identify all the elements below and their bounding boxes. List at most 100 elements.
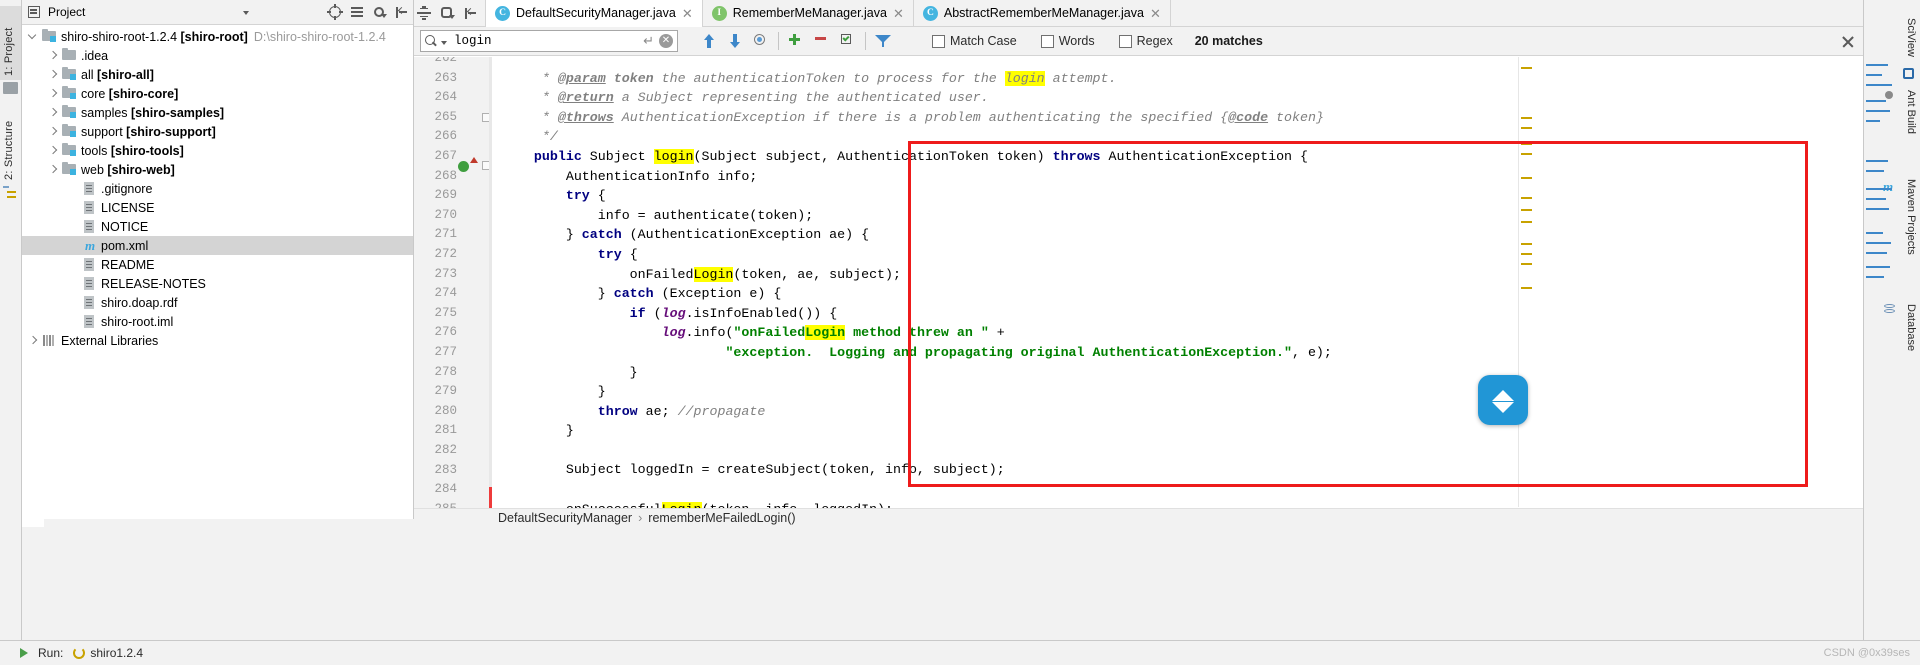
split-vertically-icon[interactable] [416,5,432,21]
database-icon [1882,302,1898,318]
match-case-box[interactable] [932,34,945,48]
tree-node[interactable]: support [shiro-support] [22,122,413,141]
chevron-right-icon[interactable] [46,84,61,103]
line-number: 267 [434,149,457,163]
breadcrumb[interactable]: DefaultSecurityManager › rememberMeFaile… [414,508,1863,527]
words-box[interactable] [1040,34,1054,48]
chevron-right-icon[interactable] [46,160,61,179]
tree-node-label: core [shiro-core] [81,86,179,101]
tree-node-label: shiro.doap.rdf [101,295,178,310]
chevron-right-icon[interactable] [46,122,61,141]
sidebar-item-sciview[interactable]: SciView [1902,14,1920,61]
code-line: onFailedLogin(token, ae, subject); [502,266,901,282]
code-line: throw ae; //propagate [597,403,766,419]
settings-gear-icon[interactable] [439,5,455,21]
tree-node[interactable]: web [shiro-web] [22,160,413,179]
line-number: 270 [434,207,457,222]
collapse-all-icon[interactable] [349,4,365,20]
line-number: 282 [434,443,457,457]
run-configuration[interactable]: shiro1.2.4 [73,646,143,660]
close-find-bar-icon[interactable] [1840,34,1855,49]
tree-node[interactable]: all [shiro-all] [22,65,413,84]
editor-tab[interactable]: C AbstractRememberMeManager.java ✕ [913,0,1171,26]
tree-node[interactable]: tools [shiro-tools] [22,141,413,160]
tree-node[interactable]: shiro-root.iml [22,312,413,331]
add-selection-icon[interactable] [787,32,805,50]
sidebar-item-maven-projects[interactable]: Maven Projects [1902,175,1920,259]
tree-node-label: .gitignore [101,181,153,196]
tree-node[interactable]: README [22,255,413,274]
chevron-right-icon[interactable] [46,141,61,160]
watermark: CSDN @0x39ses [1823,647,1910,659]
tree-node[interactable]: shiro-shiro-root-1.2.4 [shiro-root] D:\sh… [22,27,413,46]
history-dropdown-icon[interactable] [441,41,447,45]
project-view-icon [26,4,42,20]
search-input[interactable] [452,32,639,50]
select-all-icon[interactable] [839,32,857,50]
sidebar-item-ant-build[interactable]: Ant Build [1902,86,1920,138]
match-case-checkbox[interactable]: Match Case [932,34,1017,48]
target-locate-icon[interactable] [327,4,343,20]
find-previous-icon[interactable] [700,32,718,50]
ant-build-label: Ant Build [1905,90,1917,135]
project-panel-scrollbar[interactable] [44,519,436,527]
remove-selection-icon[interactable] [813,32,831,50]
override-arrow-icon [470,157,478,163]
chevron-down-icon[interactable] [243,11,249,15]
tree-node[interactable]: External Libraries [22,331,413,350]
project-tree[interactable]: shiro-shiro-root-1.2.4 [shiro-root] D:\sh… [22,25,413,350]
filter-icon[interactable] [874,32,892,50]
sidebar-item-structure[interactable]: 2: Structure [0,92,21,184]
breadcrumb-item-method[interactable]: rememberMeFailedLogin() [648,511,795,525]
match-case-label: Match Case [950,34,1017,48]
code-line: try { [597,246,638,262]
close-tab-icon[interactable]: ✕ [1150,7,1161,20]
tree-node[interactable]: m pom.xml [22,236,413,255]
close-tab-icon[interactable]: ✕ [682,7,693,20]
sidebar-item-project[interactable]: 1: Project [0,6,21,80]
code-line: * @throws AuthenticationException if the… [541,109,1324,125]
tree-node[interactable]: shiro.doap.rdf [22,293,413,312]
editor-tab[interactable]: I RememberMeManager.java ✕ [702,0,914,26]
tree-node[interactable]: LICENSE [22,198,413,217]
tree-node[interactable]: NOTICE [22,217,413,236]
editor-tab[interactable]: C DefaultSecurityManager.java ✕ [486,0,703,27]
code-line: if (log.isInfoEnabled()) { [629,305,838,321]
chevron-right-icon[interactable] [46,46,61,65]
tree-node[interactable]: samples [shiro-samples] [22,103,413,122]
regex-box[interactable] [1118,34,1132,48]
file-icon [81,179,99,198]
line-number: 268 [434,168,457,183]
maven-refresh-widget[interactable] [1478,375,1528,425]
chevron-down-icon[interactable] [26,27,41,46]
editor-tabs: C DefaultSecurityManager.java ✕ I RememberMe… [486,0,1171,27]
words-checkbox[interactable]: Words [1040,34,1095,48]
editor-gutter[interactable]: 262 263 264 265 266 267 268 269 270 271 272 273 274 2… [414,57,492,527]
tree-node[interactable]: .idea [22,46,413,65]
close-tab-icon[interactable]: ✕ [893,7,904,20]
code-content[interactable]: * @param token the authenticationToken t… [492,57,1863,519]
code-editor[interactable]: 262 263 264 265 266 267 268 269 270 271 272 273 274 2… [414,57,1863,527]
clear-icon[interactable]: ✕ [659,34,673,48]
select-all-occurrences-icon[interactable] [752,32,770,50]
settings-gear-icon[interactable] [371,4,387,20]
run-icon[interactable] [20,648,28,658]
regex-checkbox[interactable]: Regex [1118,34,1173,48]
sidebar-item-database[interactable]: Database [1902,300,1920,355]
implements-method-icon[interactable] [458,161,469,172]
hide-panel-icon[interactable] [462,5,478,21]
chevron-right-icon[interactable] [26,331,41,350]
tree-node[interactable]: core [shiro-core] [22,84,413,103]
chevron-right-icon[interactable] [46,103,61,122]
editor-tab-label: AbstractRememberMeManager.java [943,6,1144,20]
breadcrumb-item-class[interactable]: DefaultSecurityManager [498,511,632,525]
tree-node[interactable]: RELEASE-NOTES [22,274,413,293]
code-line: */ [541,129,558,145]
hide-panel-icon[interactable] [393,4,409,20]
chevron-right-icon[interactable] [46,65,61,84]
error-stripe-bar[interactable] [1518,57,1534,507]
find-next-icon[interactable] [726,32,744,50]
search-field-box[interactable]: ↵ ✕ [420,30,678,52]
code-line: } catch (Exception e) { [502,286,782,302]
tree-node[interactable]: .gitignore [22,179,413,198]
